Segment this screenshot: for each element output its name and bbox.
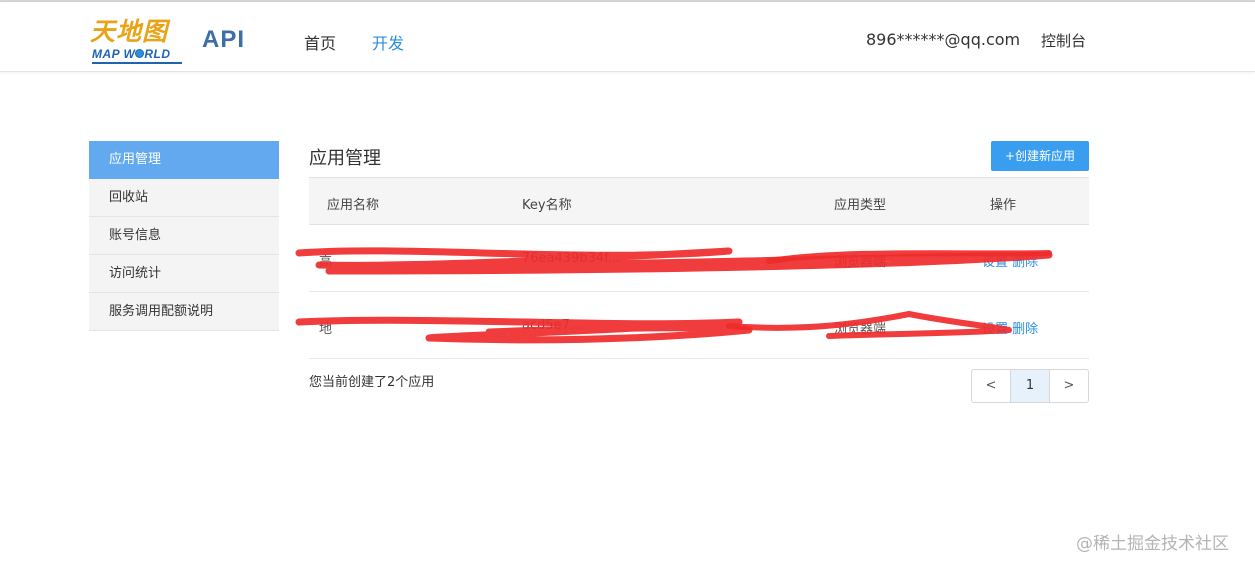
next-page-button[interactable]: >	[1049, 370, 1088, 402]
app-type-cell: 浏览器端	[834, 255, 887, 270]
nav-home-link[interactable]: 首页	[304, 30, 336, 54]
user-account-link[interactable]: 896******@qq.com	[866, 30, 1020, 49]
sidebar-item-recycle-bin[interactable]: 回收站	[89, 179, 279, 217]
sidebar-item-account-info[interactable]: 账号信息	[89, 217, 279, 255]
redaction-scribble	[295, 247, 1053, 275]
nav-develop-link[interactable]: 开发	[372, 30, 404, 54]
table-row: 地 acd5e7... 浏览器端 设置 删除	[295, 292, 1089, 359]
header-actions: 操作	[990, 198, 1017, 213]
app-name-cell: 高	[319, 255, 333, 270]
prev-page-button[interactable]: <	[972, 370, 1010, 402]
sidebar-menu: 应用管理 回收站 账号信息 访问统计 服务调用配额说明	[89, 141, 279, 331]
api-label: API	[202, 26, 246, 53]
sidebar-item-quota-docs[interactable]: 服务调用配额说明	[89, 293, 279, 331]
console-link[interactable]: 控制台	[1041, 30, 1086, 51]
sidebar-item-access-stats[interactable]: 访问统计	[89, 255, 279, 293]
create-app-button[interactable]: +创建新应用	[991, 141, 1089, 171]
page-title: 应用管理	[309, 148, 381, 169]
app-key-cell: acd5e7...	[522, 318, 583, 333]
redaction-scribble	[295, 311, 1012, 344]
table-row: 高 76ea439b34f... 浏览器端 设置 删除	[295, 225, 1089, 292]
tianditu-logo[interactable]: 天地图 MAP W RLD	[90, 12, 184, 66]
table-header: 应用名称 Key名称 应用类型 操作	[309, 177, 1089, 225]
pagination: < 1 >	[971, 369, 1089, 403]
logo-chinese-text: 天地图	[90, 17, 169, 46]
app-name-cell: 地	[319, 322, 333, 337]
logo-english-text: MAP W RLD	[92, 47, 171, 61]
app-table: 应用名称 Key名称 应用类型 操作 高 76ea439b34f... 浏览器端…	[295, 177, 1089, 359]
app-count-summary: 您当前创建了2个应用	[309, 375, 435, 390]
header-app-type: 应用类型	[834, 198, 887, 213]
logo-underline	[92, 62, 182, 64]
row-actions[interactable]: 设置 删除	[982, 251, 1038, 270]
header-key-name: Key名称	[522, 198, 572, 213]
app-key-cell: 76ea439b34f...	[522, 251, 621, 266]
page-number-button[interactable]: 1	[1010, 370, 1049, 402]
row-actions[interactable]: 设置 删除	[982, 318, 1038, 337]
top-navbar: 天地图 MAP W RLD API 首页 开发 896******@qq.com …	[0, 2, 1255, 72]
header-app-name: 应用名称	[327, 198, 380, 213]
sidebar-item-app-management[interactable]: 应用管理	[89, 141, 279, 179]
watermark-text: @稀土掘金技术社区	[1076, 534, 1229, 554]
app-type-cell: 浏览器端	[834, 322, 887, 337]
